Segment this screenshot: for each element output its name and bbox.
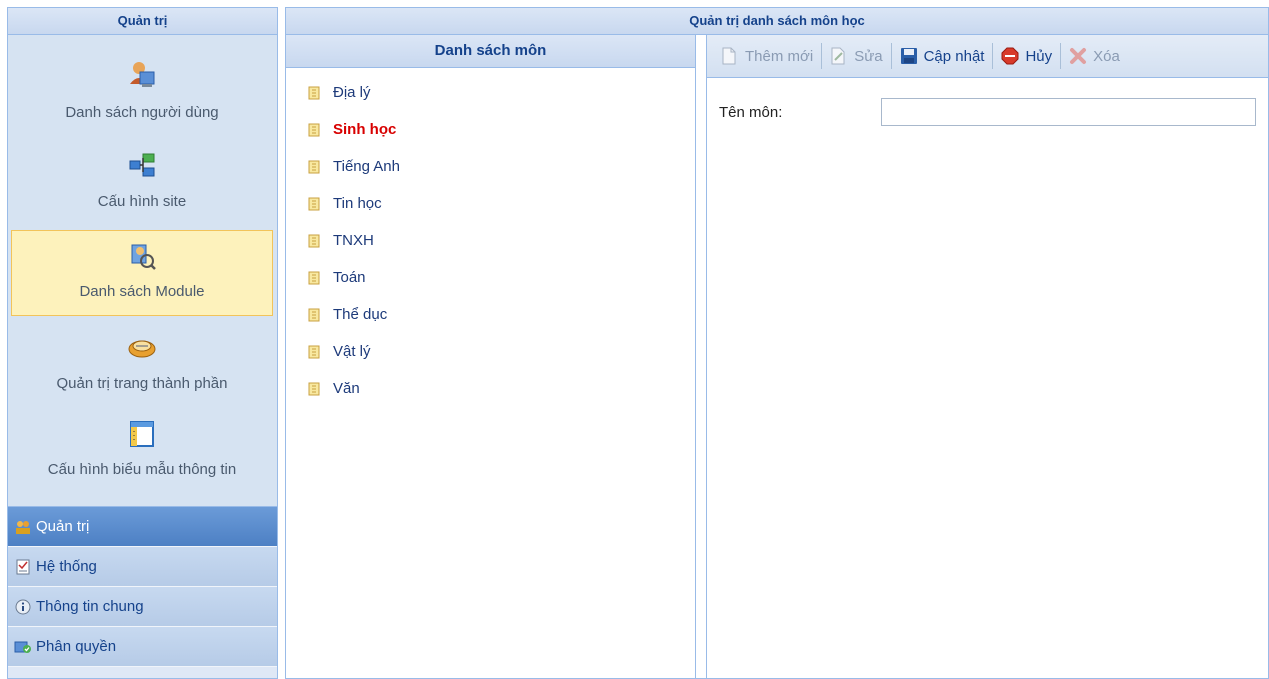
subject-item[interactable]: Toán [286,259,695,296]
form-icon [130,421,154,447]
leaf-node-icon [308,86,320,99]
subject-item[interactable]: Tin học [286,185,695,222]
leaf-node-icon [308,123,320,136]
subject-item[interactable]: Văn [286,370,695,407]
component-icon [128,340,156,358]
sidebar-nav: Quản trị Hệ thống Thông tin chung Phân q… [8,506,277,678]
main-title: Quản trị danh sách môn học [286,8,1268,35]
leaf-node-icon [308,160,320,173]
info-icon [14,599,32,615]
subject-detail-panel: Thêm mới Sửa Cập nhật Hủy Xóa Tên môn: [706,35,1268,678]
edit-label: Sửa [854,47,883,65]
admin-sidebar: Quản trị Danh sách người dùng Cấu hình s… [7,7,278,679]
toolbar-separator [821,43,823,69]
permissions-icon [14,639,32,655]
launcher-forms[interactable]: Cấu hình biểu mẫu thông tin [11,419,273,499]
launcher-modules[interactable]: Danh sách Module [11,230,273,316]
subject-label: Thể dục [333,306,388,323]
leaf-node-icon [308,345,320,358]
subject-list-panel: Danh sách môn Địa lý Sinh học Tiếng Anh … [286,35,696,678]
subject-name-label: Tên môn: [719,103,783,121]
delete-icon [1069,47,1087,65]
delete-label: Xóa [1093,47,1120,65]
subject-item-selected[interactable]: Sinh học [286,111,695,148]
subject-label: TNXH [333,232,374,249]
launcher-components[interactable]: Quản trị trang thành phần [11,333,273,413]
leaf-node-icon [308,308,320,321]
edit-button[interactable]: Sửa [824,41,888,71]
subject-label: Vật lý [333,343,371,360]
launcher-modules-label: Danh sách Module [79,283,205,300]
toolbar-separator [890,43,892,69]
admin-icon [14,519,32,535]
nav-item-system[interactable]: Hệ thống [8,547,277,587]
launcher-site-config[interactable]: Cấu hình site [11,151,273,231]
subject-item[interactable]: Thể dục [286,296,695,333]
launcher-users[interactable]: Danh sách người dùng [11,60,273,140]
nav-item-admin[interactable]: Quản trị [8,507,277,547]
module-icon [131,244,156,270]
nav-item-general-info-label: Thông tin chung [36,598,144,615]
launcher-panel: Danh sách người dùng Cấu hình site Danh … [8,35,277,506]
update-label: Cập nhật [923,47,985,65]
delete-button[interactable]: Xóa [1063,41,1126,71]
save-icon [900,47,918,65]
nav-item-permissions[interactable]: Phân quyền [8,627,277,667]
launcher-components-label: Quản trị trang thành phần [56,375,228,392]
nav-item-system-label: Hệ thống [36,558,97,575]
leaf-node-icon [308,271,320,284]
add-new-button[interactable]: Thêm mới [715,41,819,71]
leaf-node-icon [308,382,320,395]
subject-name-row: Tên môn: [719,98,1256,126]
cancel-button[interactable]: Hủy [995,41,1058,71]
subject-item[interactable]: TNXH [286,222,695,259]
subject-label: Địa lý [333,84,371,101]
toolbar-separator [992,43,994,69]
subject-item[interactable]: Vật lý [286,333,695,370]
launcher-forms-label: Cấu hình biểu mẫu thông tin [47,461,237,478]
nav-item-permissions-label: Phân quyền [36,638,117,655]
subject-label: Toán [333,269,366,286]
edit-icon [830,47,848,65]
toolbar-separator [1060,43,1062,69]
nav-item-general-info[interactable]: Thông tin chung [8,587,277,627]
main-panel: Quản trị danh sách môn học Danh sách môn… [285,7,1269,679]
checklist-icon [14,559,32,575]
subject-item[interactable]: Địa lý [286,74,695,111]
subject-label: Tin học [333,195,382,212]
leaf-node-icon [308,234,320,247]
subject-label: Sinh học [333,121,397,138]
network-icon [129,153,155,177]
update-button[interactable]: Cập nhật [894,41,991,71]
cancel-label: Hủy [1025,47,1053,65]
subject-list: Địa lý Sinh học Tiếng Anh Tin học TNXH T… [286,68,695,407]
new-document-icon [721,47,739,65]
launcher-site-config-label: Cấu hình site [97,193,187,210]
subject-name-input[interactable] [880,98,1256,126]
leaf-node-icon [308,197,320,210]
users-icon [130,62,155,87]
subject-label: Văn [333,380,360,397]
nav-item-admin-label: Quản trị [36,518,90,535]
sidebar-title: Quản trị [8,8,277,35]
detail-toolbar: Thêm mới Sửa Cập nhật Hủy Xóa [707,35,1268,78]
add-new-label: Thêm mới [745,47,814,65]
stop-icon [1001,47,1019,65]
subject-label: Tiếng Anh [333,158,400,175]
subject-item[interactable]: Tiếng Anh [286,148,695,185]
subject-list-title: Danh sách môn [286,35,695,68]
launcher-users-label: Danh sách người dùng [65,104,219,121]
